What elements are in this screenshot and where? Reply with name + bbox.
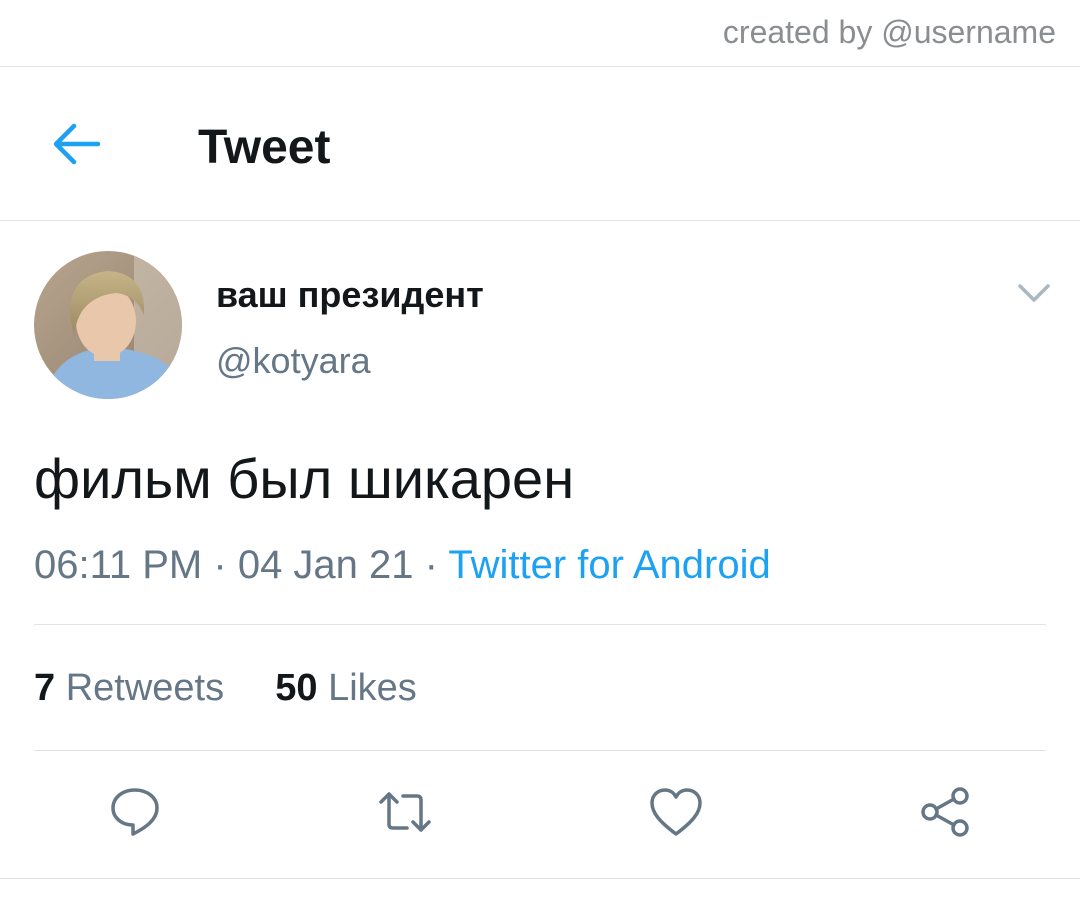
meta-separator: · (213, 543, 227, 587)
comment-icon (111, 788, 159, 836)
tweet-stats: 7 Retweets 50 Likes (34, 665, 417, 711)
stats-divider (34, 750, 1046, 751)
bottom-divider (0, 878, 1080, 879)
retweets-label: Retweets (65, 667, 225, 709)
reply-button[interactable] (105, 782, 165, 842)
header-divider (0, 220, 1080, 221)
arrow-left-icon (53, 123, 101, 165)
tweet-source-link[interactable]: Twitter for Android (448, 543, 770, 587)
display-name[interactable]: ваш президент (216, 274, 484, 316)
avatar[interactable] (34, 251, 182, 399)
retweet-icon (379, 792, 431, 832)
page-title: Tweet (198, 121, 331, 174)
retweet-button[interactable] (375, 782, 435, 842)
watermark-text: created by @username (722, 14, 1056, 50)
heart-icon (650, 788, 702, 836)
app-header: Tweet (0, 68, 1080, 220)
likes-stat[interactable]: 50 Likes (275, 667, 417, 709)
meta-separator: · (424, 543, 438, 587)
like-button[interactable] (646, 782, 706, 842)
back-button[interactable] (50, 120, 102, 168)
chevron-down-icon (1018, 284, 1050, 302)
retweets-stat[interactable]: 7 Retweets (34, 667, 235, 709)
top-divider (0, 66, 1080, 67)
meta-divider (34, 624, 1046, 625)
tweet-meta: 06:11 PM · 04 Jan 21 · Twitter for Andro… (34, 541, 771, 589)
tweet-text: фильм был шикарен (34, 447, 575, 510)
tweet-date: 04 Jan 21 (237, 543, 414, 587)
user-handle[interactable]: @kotyara (216, 340, 371, 382)
retweets-count: 7 (34, 667, 56, 709)
likes-label: Likes (328, 667, 417, 709)
share-button[interactable] (916, 782, 976, 842)
tweet-options-button[interactable] (1014, 276, 1054, 310)
tweet-time: 06:11 PM (34, 543, 203, 587)
avatar-image (34, 251, 182, 399)
share-icon (921, 787, 969, 837)
likes-count: 50 (275, 667, 318, 709)
